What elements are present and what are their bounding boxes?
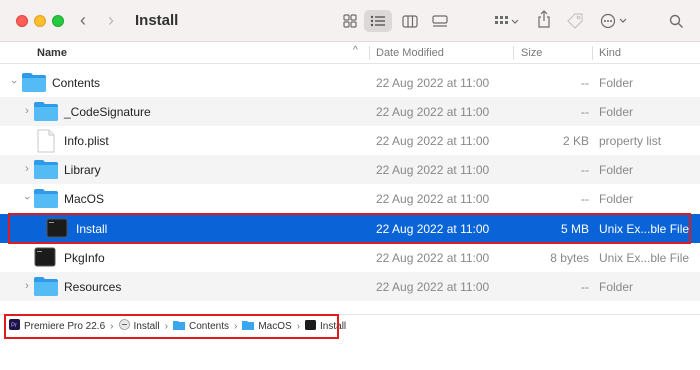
file-name: PkgInfo: [64, 251, 105, 265]
minimize-window-button[interactable]: [34, 15, 46, 27]
list-item[interactable]: › Contents 22 Aug 2022 at 11:00 -- Folde…: [0, 68, 700, 97]
file-kind: property list: [599, 134, 662, 148]
gallery-view-icon[interactable]: [428, 10, 452, 32]
folder-icon: [33, 275, 59, 300]
file-date: 22 Aug 2022 at 11:00: [376, 251, 490, 265]
file-date: 22 Aug 2022 at 11:00: [376, 105, 490, 119]
window-title: Install: [135, 12, 179, 29]
file-name: Contents: [52, 76, 101, 90]
tag-icon[interactable]: [564, 10, 586, 32]
disclosure-triangle-collapsed-icon[interactable]: ›: [21, 104, 33, 118]
zoom-window-button[interactable]: [52, 15, 64, 27]
close-window-button[interactable]: [16, 15, 28, 27]
column-view-icon[interactable]: [398, 10, 422, 32]
file-date: 22 Aug 2022 at 11:00: [376, 192, 490, 206]
file-kind: Unix Ex...ble File: [599, 251, 690, 265]
disclosure-triangle-expanded-icon[interactable]: ›: [7, 76, 21, 88]
file-date: 22 Aug 2022 at 11:00: [376, 134, 490, 148]
selection-highlight-annotation: [8, 213, 691, 244]
folder-icon: [33, 100, 59, 125]
size-column-header[interactable]: Size: [521, 47, 542, 59]
disclosure-triangle-collapsed-icon[interactable]: ›: [21, 162, 33, 176]
file-size: --: [581, 280, 589, 294]
file-name: Library: [64, 163, 101, 177]
icon-view-icon[interactable]: [338, 10, 362, 32]
file-size: --: [581, 76, 589, 90]
list-view-icon[interactable]: [364, 10, 392, 32]
file-size: --: [581, 163, 589, 177]
search-icon[interactable]: [666, 10, 686, 32]
column-header: Name ^ Date Modified Size Kind: [0, 42, 700, 64]
list-item[interactable]: › _CodeSignature 22 Aug 2022 at 11:00 --…: [0, 97, 700, 126]
file-kind: Folder: [599, 163, 634, 177]
list-item[interactable]: › Library 22 Aug 2022 at 11:00 -- Folder: [0, 155, 700, 184]
document-icon: [36, 129, 56, 156]
file-size: 8 bytes: [550, 251, 589, 265]
file-date: 22 Aug 2022 at 11:00: [376, 280, 490, 294]
date-column-header[interactable]: Date Modified: [376, 47, 444, 59]
list-item[interactable]: › MacOS 22 Aug 2022 at 11:00 -- Folder: [0, 184, 700, 213]
column-divider[interactable]: [369, 46, 370, 60]
column-divider[interactable]: [513, 46, 514, 60]
disclosure-triangle-collapsed-icon[interactable]: ›: [21, 279, 33, 293]
list-item[interactable]: › Resources 22 Aug 2022 at 11:00 -- Fold…: [0, 272, 700, 301]
back-button[interactable]: ‹: [80, 10, 86, 30]
toolbar: ‹ › Install: [0, 0, 700, 42]
file-name: MacOS: [64, 192, 105, 206]
file-name: _CodeSignature: [64, 105, 151, 119]
folder-icon: [33, 158, 59, 183]
file-name: Info.plist: [64, 134, 109, 148]
path-highlight-annotation: [4, 314, 339, 339]
group-icon[interactable]: [490, 10, 524, 32]
file-kind: Folder: [599, 76, 634, 90]
file-size: --: [581, 105, 589, 119]
more-actions-icon[interactable]: [597, 10, 633, 32]
share-icon[interactable]: [534, 8, 554, 30]
file-date: 22 Aug 2022 at 11:00: [376, 76, 490, 90]
folder-icon: [33, 187, 59, 212]
list-item[interactable]: PkgInfo 22 Aug 2022 at 11:00 8 bytes Uni…: [0, 243, 700, 272]
finder-window: ‹ › Install Name ^ Date Modified Size Ki…: [0, 0, 700, 370]
column-divider[interactable]: [592, 46, 593, 60]
file-date: 22 Aug 2022 at 11:00: [376, 163, 490, 177]
folder-icon: [21, 71, 47, 96]
file-kind: Folder: [599, 192, 634, 206]
kind-column-header[interactable]: Kind: [599, 47, 621, 59]
file-kind: Folder: [599, 280, 634, 294]
list-item[interactable]: Info.plist 22 Aug 2022 at 11:00 2 KB pro…: [0, 126, 700, 155]
file-name: Resources: [64, 280, 122, 294]
terminal-executable-icon: [34, 247, 56, 270]
file-size: --: [581, 192, 589, 206]
forward-button[interactable]: ›: [108, 10, 114, 30]
disclosure-triangle-expanded-icon[interactable]: ›: [20, 192, 34, 204]
name-column-header[interactable]: Name: [37, 47, 67, 59]
sort-ascending-icon: ^: [353, 45, 358, 56]
file-size: 2 KB: [562, 134, 589, 148]
file-kind: Folder: [599, 105, 634, 119]
